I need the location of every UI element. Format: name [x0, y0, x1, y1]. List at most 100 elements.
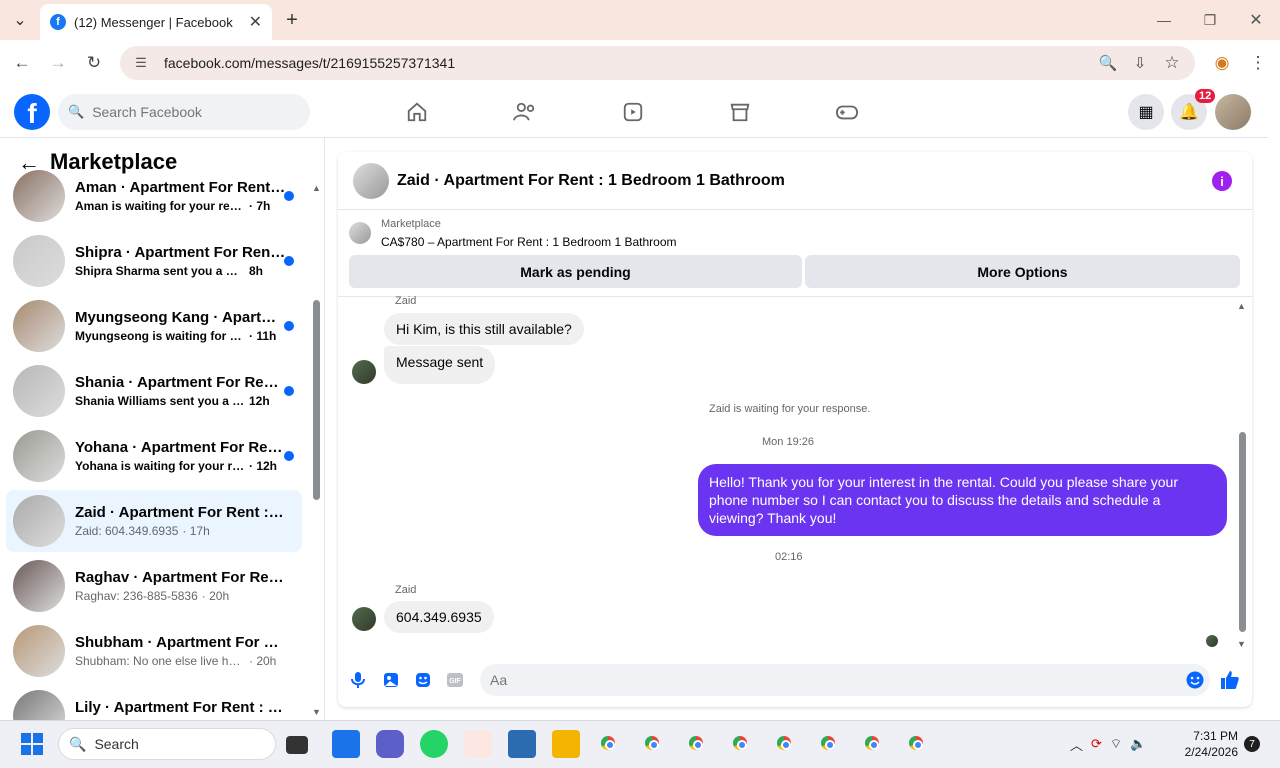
sender-name: Zaid	[395, 584, 417, 596]
chrome-icon[interactable]	[640, 731, 664, 755]
sender-avatar[interactable]	[352, 607, 376, 631]
conversation-item[interactable]: Shipra · Apartment For Rent : ... Shipra …	[6, 230, 302, 292]
message-composer[interactable]	[480, 664, 1210, 696]
install-app-icon[interactable]: ⇩	[1128, 51, 1152, 75]
snipping-tool-icon[interactable]	[464, 730, 492, 758]
unread-dot	[284, 256, 294, 266]
task-view-icon[interactable]	[286, 736, 308, 754]
conversation-preview-row: Shipra Sharma sent you a mess... 8h	[75, 264, 284, 278]
conversation-item[interactable]: Shubham · Apartment For Rent :... Shubham…	[6, 620, 302, 682]
notepad-icon[interactable]	[508, 730, 536, 758]
notification-center-badge[interactable]: 7	[1244, 736, 1260, 752]
clock-date: 2/24/2026	[1184, 745, 1238, 759]
conversation-item[interactable]: Lily · Apartment For Rent : 1 Bed...Lily…	[6, 685, 302, 720]
chrome-icon[interactable]	[728, 731, 752, 755]
conversation-text: Shania · Apartment For Rent : ... Shania …	[75, 374, 284, 408]
volume-icon[interactable]: 🔈	[1130, 736, 1146, 752]
url-text: facebook.com/messages/t/2169155257371341	[164, 55, 456, 71]
chrome-menu-icon[interactable]: ⋮	[1246, 51, 1270, 75]
close-tab-icon[interactable]: ✕	[249, 12, 262, 32]
conversation-name: Shipra · Apartment For Rent : ...	[75, 244, 284, 261]
scroll-up-icon[interactable]: ▲	[1237, 301, 1246, 311]
more-options-button[interactable]: More Options	[805, 255, 1240, 288]
profile-icon[interactable]: ◉	[1210, 51, 1234, 75]
gif-icon[interactable]: GIF	[445, 670, 465, 690]
message-bubble[interactable]: Message sent	[384, 346, 496, 384]
conversation-item[interactable]: Raghav · Apartment For Rent : 1 ... Ragha…	[6, 555, 302, 617]
scroll-up-icon[interactable]: ▲	[312, 183, 321, 193]
conversation-item[interactable]: Myungseong Kang · Apartme... Myungseong i…	[6, 295, 302, 357]
restore-icon[interactable]: ❐	[1200, 10, 1220, 30]
chat-title[interactable]: Zaid · Apartment For Rent : 1 Bedroom 1 …	[397, 172, 785, 190]
facebook-search[interactable]: 🔍	[58, 94, 310, 130]
bookmark-star-icon[interactable]: ☆	[1160, 51, 1184, 75]
video-icon[interactable]	[619, 98, 647, 126]
taskbar-search[interactable]: 🔍 Search	[58, 728, 276, 760]
timestamp: Mon 19:26	[762, 436, 814, 448]
tray-chevron-icon[interactable]: ︿	[1070, 735, 1083, 754]
unread-dot	[284, 451, 294, 461]
chat-scrollbar[interactable]	[1239, 432, 1246, 632]
listing-title[interactable]: CA$780 – Apartment For Rent : 1 Bedroom …	[381, 235, 677, 249]
menu-grid-icon[interactable]: ▦	[1128, 94, 1164, 130]
like-thumb-icon[interactable]	[1220, 670, 1240, 690]
windows-start-icon[interactable]	[20, 732, 44, 759]
conversation-avatar	[13, 235, 65, 287]
conversation-item[interactable]: Yohana · Apartment For Rent :... Yohana i…	[6, 425, 302, 487]
sync-icon[interactable]: ⟳	[1091, 736, 1102, 752]
browser-tab[interactable]: f (12) Messenger | Facebook ✕	[40, 4, 272, 40]
chrome-icon[interactable]	[860, 731, 884, 755]
conversation-item[interactable]: Aman · Apartment For Rent : 1... Aman is …	[6, 170, 302, 227]
facebook-logo[interactable]: f	[14, 94, 50, 130]
window-close-icon[interactable]: ✕	[1246, 10, 1266, 30]
scroll-down-icon[interactable]: ▼	[312, 707, 321, 717]
gaming-icon[interactable]	[833, 98, 861, 126]
sidebar-scrollbar[interactable]	[313, 300, 320, 500]
zoom-icon[interactable]: 🔍	[1096, 51, 1120, 75]
chat-avatar[interactable]	[353, 162, 389, 199]
whatsapp-icon[interactable]	[420, 730, 448, 758]
conversation-preview-row: Yohana is waiting for your res... · 12h	[75, 459, 284, 473]
home-icon[interactable]	[403, 98, 431, 126]
message-bubble[interactable]: Hi Kim, is this still available?	[384, 313, 584, 345]
site-info-icon[interactable]: ☰	[132, 54, 150, 72]
scroll-down-icon[interactable]: ▼	[1237, 639, 1246, 649]
chrome-icon[interactable]	[772, 731, 796, 755]
microphone-icon[interactable]	[348, 670, 368, 690]
taskbar-clock[interactable]: 7:31 PM 2/24/2026	[1178, 728, 1238, 760]
conversation-name: Zaid · Apartment For Rent : 1 Be...	[75, 504, 287, 521]
sticker-icon[interactable]	[413, 670, 433, 690]
marketplace-icon[interactable]	[726, 98, 754, 126]
mark-as-pending-button[interactable]: Mark as pending	[349, 255, 802, 288]
emoji-icon[interactable]	[1185, 670, 1205, 690]
chrome-icon[interactable]	[596, 731, 620, 755]
account-avatar[interactable]	[1215, 94, 1251, 130]
conversation-item[interactable]: Shania · Apartment For Rent : ... Shania …	[6, 360, 302, 422]
chrome-icon[interactable]	[816, 731, 840, 755]
forward-arrow-icon[interactable]: →	[46, 51, 70, 75]
facebook-search-input[interactable]	[92, 104, 283, 120]
back-arrow-icon[interactable]: ←	[10, 51, 34, 75]
friends-icon[interactable]	[511, 98, 539, 126]
my-message-bubble[interactable]: Hello! Thank you for your interest in th…	[698, 464, 1227, 536]
reload-icon[interactable]: ↻	[82, 51, 106, 75]
conversation-text: Myungseong Kang · Apartme... Myungseong i…	[75, 309, 284, 343]
chat-header: Zaid · Apartment For Rent : 1 Bedroom 1 …	[338, 152, 1252, 210]
chrome-icon[interactable]	[904, 731, 928, 755]
sender-avatar[interactable]	[352, 360, 376, 384]
teams-icon[interactable]	[376, 730, 404, 758]
conversation-item[interactable]: Zaid · Apartment For Rent : 1 Be... Zaid:…	[6, 490, 302, 552]
wifi-icon[interactable]: ⌔	[1110, 736, 1122, 752]
message-bubble[interactable]: 604.349.6935	[384, 601, 494, 633]
minimize-icon[interactable]: —	[1154, 10, 1174, 30]
widgets-icon[interactable]	[332, 730, 360, 758]
message-input[interactable]	[490, 672, 1170, 688]
tab-search-chevron-icon[interactable]: ⌄	[8, 8, 32, 32]
file-explorer-icon[interactable]	[552, 730, 580, 758]
omnibox[interactable]: ☰ facebook.com/messages/t/21691552573713…	[120, 46, 1195, 80]
photo-icon[interactable]	[381, 670, 401, 690]
new-tab-button[interactable]: +	[280, 8, 304, 32]
info-icon[interactable]: i	[1212, 171, 1232, 191]
chrome-icon[interactable]	[684, 731, 708, 755]
conversation-preview: Shania Williams sent you a me...	[75, 394, 245, 408]
